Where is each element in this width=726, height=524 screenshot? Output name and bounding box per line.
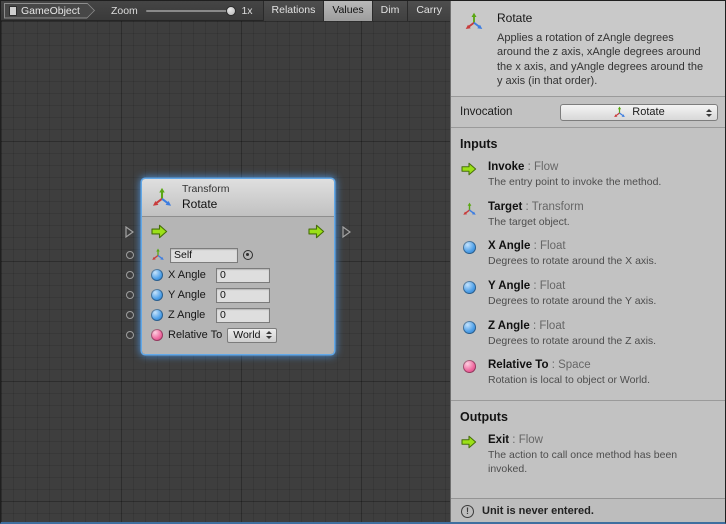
invocation-row: Invocation Rotate: [451, 97, 726, 128]
float-dot-icon: [151, 269, 163, 281]
zoom-label: Zoom: [111, 5, 138, 17]
x-angle-port[interactable]: [126, 271, 134, 279]
z-angle-row: Z Angle: [151, 305, 325, 325]
inspector-title: Rotate: [497, 11, 711, 25]
input-item-z-angle: Z AngleFloat Degrees to rotate around th…: [451, 317, 726, 357]
zoom-slider-knob[interactable]: [226, 6, 236, 16]
target-port[interactable]: [126, 251, 134, 259]
graph-toolbar: GameObject Zoom 1x Relations Values Dim …: [1, 1, 450, 21]
x-angle-field[interactable]: [216, 268, 270, 283]
warning-text: Unit is never entered.: [482, 505, 594, 517]
flow-output-port[interactable]: [342, 225, 351, 243]
warning-icon: !: [461, 505, 474, 518]
breadcrumb[interactable]: GameObject: [4, 3, 95, 19]
space-dot-icon: [151, 329, 163, 341]
transform-icon: [151, 187, 173, 209]
transform-icon: [151, 248, 165, 262]
y-angle-port[interactable]: [126, 291, 134, 299]
input-item-x-angle: X AngleFloat Degrees to rotate around th…: [451, 237, 726, 277]
float-dot-icon: [460, 280, 478, 309]
flow-arrow-icon: [460, 434, 478, 476]
invocation-label: Invocation: [460, 106, 512, 118]
y-angle-label: Y Angle: [168, 289, 211, 301]
invocation-value: Rotate: [632, 106, 664, 118]
transform-icon: [460, 201, 478, 230]
popup-caret-icon: [266, 331, 272, 339]
output-item-exit: ExitFlow The action to call once method …: [451, 431, 726, 484]
invocation-dropdown[interactable]: Rotate: [560, 104, 718, 121]
float-dot-icon: [151, 309, 163, 321]
popup-caret-icon: [706, 109, 712, 117]
graph-canvas[interactable]: Transform Rotate X Angle: [1, 21, 450, 524]
tab-values[interactable]: Values: [323, 1, 371, 21]
tab-carry[interactable]: Carry: [407, 1, 450, 21]
x-angle-label: X Angle: [168, 269, 211, 281]
relative-to-label: Relative To: [168, 329, 222, 341]
transform-icon: [464, 12, 484, 32]
y-angle-row: Y Angle: [151, 285, 325, 305]
relative-to-value: World: [233, 329, 260, 341]
input-item-invoke: InvokeFlow The entry point to invoke the…: [451, 158, 726, 198]
invoke-arrow-icon[interactable]: [151, 224, 168, 239]
node-subtitle: Rotate: [182, 197, 229, 212]
transform-icon: [613, 106, 626, 119]
zoom-slider-track: [146, 10, 235, 12]
z-angle-label: Z Angle: [168, 309, 211, 321]
relative-to-row: Relative To World: [151, 325, 325, 345]
zoom-value: 1x: [241, 5, 252, 17]
space-dot-icon: [460, 359, 478, 388]
warning-bar: ! Unit is never entered.: [451, 498, 726, 523]
float-dot-icon: [151, 289, 163, 301]
flow-arrow-icon: [460, 161, 478, 190]
outputs-header: Outputs: [451, 401, 726, 431]
self-row: [151, 245, 325, 265]
input-item-y-angle: Y AngleFloat Degrees to rotate around th…: [451, 277, 726, 317]
flow-input-port[interactable]: [125, 225, 134, 243]
breadcrumb-label: GameObject: [21, 5, 80, 17]
relative-to-dropdown[interactable]: World: [227, 328, 277, 343]
zoom-slider[interactable]: [146, 5, 235, 17]
bolt-graph-window: GameObject Zoom 1x Relations Values Dim …: [0, 0, 726, 524]
z-angle-field[interactable]: [216, 308, 270, 323]
x-angle-row: X Angle: [151, 265, 325, 285]
float-dot-icon: [460, 320, 478, 349]
toolbar-tabs: Relations Values Dim Carry: [263, 1, 450, 21]
tab-relations[interactable]: Relations: [263, 1, 324, 21]
inspector-description: Applies a rotation of zAngle degrees aro…: [497, 31, 711, 88]
tab-dim[interactable]: Dim: [372, 1, 408, 21]
gameobject-icon: [9, 6, 17, 16]
inputs-header: Inputs: [451, 128, 726, 158]
outputs-section: Outputs ExitFlow The action to call once…: [451, 400, 726, 484]
y-angle-field[interactable]: [216, 288, 270, 303]
inspector-panel: Rotate Applies a rotation of zAngle degr…: [450, 1, 726, 523]
node-header[interactable]: Transform Rotate: [142, 179, 334, 217]
self-field[interactable]: [170, 248, 238, 263]
object-picker-icon[interactable]: [243, 250, 253, 260]
node-body: X Angle Y Angle Z Angle Relative To: [142, 217, 334, 354]
exit-arrow-icon[interactable]: [308, 224, 325, 239]
input-item-relative-to: Relative ToSpace Rotation is local to ob…: [451, 356, 726, 396]
relative-to-port[interactable]: [126, 331, 134, 339]
inspector-header: Rotate Applies a rotation of zAngle degr…: [451, 1, 726, 97]
node-title: Transform: [182, 183, 229, 196]
input-item-target: TargetTransform The target object.: [451, 198, 726, 238]
float-dot-icon: [460, 240, 478, 269]
transform-rotate-node[interactable]: Transform Rotate X Angle: [142, 179, 334, 354]
z-angle-port[interactable]: [126, 311, 134, 319]
